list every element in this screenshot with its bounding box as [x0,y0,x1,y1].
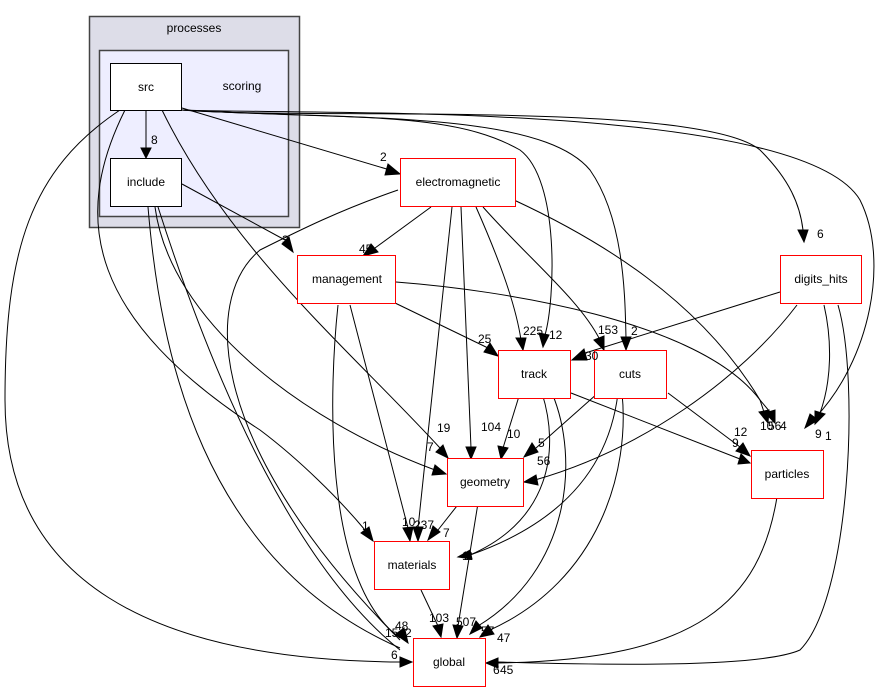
edge-management-materials [349,304,409,529]
edge-label: 47 [497,631,511,645]
edge-label: 9 [815,427,822,441]
node-electromagnetic-label: electromagnetic [416,175,501,189]
edge-label: 507 [456,615,476,629]
arrowhead [814,410,826,426]
edge-management-particles [395,281,771,413]
edge-cuts-particles [667,392,741,448]
cluster-processes-label: processes [167,21,222,35]
edge-label: 12 [549,328,563,342]
arrowhead [515,337,527,352]
edge-label: 4 [780,419,787,433]
edge-label: 9 [732,436,739,450]
arrowhead [384,163,402,176]
arrowhead [797,229,809,244]
cluster-scoring-label: scoring [223,79,262,93]
node-geometry-label: geometry [460,475,510,489]
node-global-label: global [433,655,465,669]
edge-track-particles [570,392,741,460]
node-cuts-label: cuts [619,367,641,381]
node-materials-label: materials [388,558,437,572]
edge-cuts-geometry [535,392,599,449]
arrowhead [431,464,448,476]
edge-include-geometry [154,206,436,471]
edge-label: 5 [538,436,545,450]
node-track-label: track [521,367,548,381]
edge-label: 2 [380,150,387,164]
arrowhead [432,623,444,639]
node-digits-hits-label: digits_hits [794,272,847,286]
edge-label: 3 [282,233,289,247]
node-geometry[interactable]: geometry [447,458,524,507]
arrowhead [399,656,414,668]
edge-electromagnetic-cuts [482,206,601,341]
edge-label: 57 [481,624,495,638]
edge-label: 45 [359,242,373,256]
edge-label: 25 [478,332,492,346]
edge-electromagnetic-management [374,206,432,249]
node-particles-label: particles [765,467,810,481]
edge-label: 2 [405,626,412,640]
arrowhead [497,445,509,461]
edge-label: 2 [631,324,638,338]
edge-label: 225 [523,324,543,338]
edge-label: 30 [585,349,599,363]
node-particles[interactable]: particles [751,450,824,499]
node-src-label: src [138,80,154,94]
arrowhead [402,526,414,543]
node-management-label: management [312,272,383,286]
edge-label: 6 [493,663,500,677]
node-digits_hits[interactable]: digits_hits [780,255,862,304]
edge-digits_hits-particles [819,304,831,414]
node-cuts[interactable]: cuts [594,350,667,399]
edge-label: 2 [466,549,473,563]
edge-electromagnetic-materials [417,206,453,529]
edge-label: 10 [507,427,521,441]
arrowhead [465,446,477,461]
edge-label: 19 [437,421,451,435]
arrowhead [522,474,539,486]
edge-label: 8 [151,133,158,147]
edge-management-track [392,301,489,349]
edge-electromagnetic-geometry [460,206,472,449]
edge-label: 104 [481,420,501,434]
edge-label: 103 [429,611,449,625]
node-include-label: include [127,175,165,189]
node-include[interactable]: include [110,158,182,207]
edge-label: 1 [825,429,832,443]
node-management[interactable]: management [297,255,396,304]
arrowhead [435,444,449,460]
edge-label: 7 [443,526,450,540]
node-src[interactable]: src [110,63,182,111]
edge-label: 6 [391,648,398,662]
edge-electromagnetic-track [475,206,522,341]
edge-label: 1 [362,519,369,533]
node-global[interactable]: global [413,638,486,687]
edge-label: 6 [817,227,824,241]
edge-particles-global [497,496,778,664]
edge-label: 7 [427,440,434,454]
node-track[interactable]: track [498,350,571,399]
edge-label: 56 [537,454,551,468]
dependency-graph: processes scoring src include electromag… [4,15,875,687]
edge-label: 153 [598,323,618,337]
edge-label: 237 [414,518,434,532]
node-materials[interactable]: materials [374,541,450,590]
edge-label: 45 [500,663,514,677]
node-electromagnetic[interactable]: electromagnetic [400,158,516,207]
arrowhead [522,442,539,458]
